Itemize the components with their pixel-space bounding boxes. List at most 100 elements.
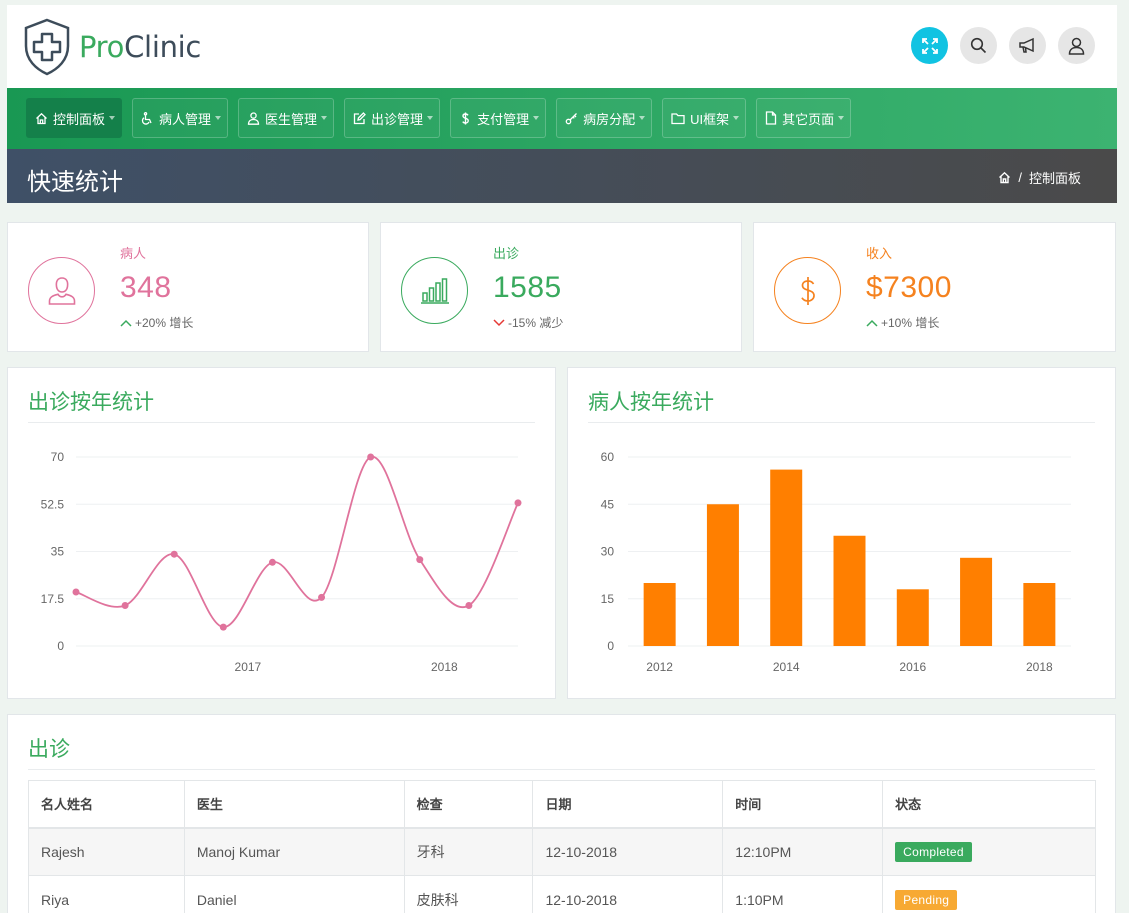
stat-change-text: +10% 增长 xyxy=(881,316,940,330)
dollar-icon xyxy=(800,276,815,305)
x-tick-label: 2016 xyxy=(899,660,926,674)
home-icon[interactable] xyxy=(998,171,1011,184)
patient-icon xyxy=(48,276,75,305)
arrow-down-icon xyxy=(493,318,505,326)
stat-change: -15% 减少 xyxy=(493,314,563,331)
table-row[interactable]: Rajesh Manoj Kumar 牙科 12-10-2018 12:10PM… xyxy=(28,827,1096,876)
table-row[interactable]: Riya Daniel 皮肤科 12-10-2018 1:10PM Pendin… xyxy=(28,875,1096,913)
nav-ui-framework[interactable]: UI框架 xyxy=(662,98,747,138)
arrow-up-icon xyxy=(120,319,132,327)
stat-icon-circle xyxy=(774,257,841,324)
bar xyxy=(706,504,739,646)
data-point xyxy=(170,550,178,558)
stat-value: 348 xyxy=(120,271,172,304)
nav-label: 医生管理 xyxy=(265,111,318,127)
y-tick-label: 17.5 xyxy=(41,592,65,606)
cell-patient-name: Riya xyxy=(28,875,185,913)
brand-logo[interactable]: ProClinic xyxy=(23,18,201,76)
y-tick-label: 15 xyxy=(601,592,615,606)
brand-clinic: Clinic xyxy=(124,30,202,64)
nav-payments[interactable]: 支付管理 xyxy=(450,98,547,138)
appointments-table: 名人姓名 医生 检查 日期 时间 状态 Rajesh Manoj Kumar 牙… xyxy=(28,780,1096,913)
bar xyxy=(833,535,866,646)
key-icon xyxy=(565,112,578,124)
data-point xyxy=(367,453,375,461)
status-badge: Pending xyxy=(895,889,958,910)
nav-label: 其它页面 xyxy=(782,111,835,127)
folder-icon xyxy=(671,112,685,124)
dollar-icon xyxy=(462,112,469,124)
nav-label: 病人管理 xyxy=(159,111,212,127)
nav-label: 支付管理 xyxy=(477,111,530,127)
bar-chart-icon xyxy=(420,277,449,304)
nav-wards[interactable]: 病房分配 xyxy=(556,98,653,138)
fullscreen-button[interactable] xyxy=(911,27,948,64)
x-tick-label: 2018 xyxy=(1026,660,1053,674)
line-chart: 0 17.5 35 52.5 70 2017 2018 xyxy=(41,450,522,674)
bar xyxy=(770,469,803,646)
y-tick-label: 45 xyxy=(601,497,615,511)
page-title: 快速统计 xyxy=(27,169,123,196)
user-menu-button[interactable] xyxy=(1058,27,1095,64)
bar xyxy=(643,583,676,646)
cell-date: 12-10-2018 xyxy=(532,875,724,913)
data-point xyxy=(514,499,522,507)
search-button[interactable] xyxy=(960,27,997,64)
data-point xyxy=(121,602,129,609)
user-icon xyxy=(1068,37,1085,55)
column-header[interactable]: 名人姓名 xyxy=(28,780,185,829)
nav-patients[interactable]: 病人管理 xyxy=(132,98,229,138)
stat-label: 病人 xyxy=(120,246,147,261)
nav-label: 病房分配 xyxy=(583,111,636,127)
nav-label: 出诊管理 xyxy=(371,111,424,127)
page-title-bar: 快速统计 / 控制面板 xyxy=(7,149,1117,203)
data-point xyxy=(416,556,424,564)
bar-chart: 0 15 30 45 60 2012 2014 2016 2018 xyxy=(601,450,1071,674)
nav-other-pages[interactable]: 其它页面 xyxy=(756,98,852,138)
x-tick-label: 2018 xyxy=(431,660,458,674)
stat-icon-circle xyxy=(28,257,95,324)
data-point xyxy=(268,558,276,566)
column-header[interactable]: 状态 xyxy=(882,780,1096,829)
expand-icon xyxy=(921,37,938,54)
nav-dashboard[interactable]: 控制面板 xyxy=(26,98,123,138)
megaphone-icon xyxy=(1019,37,1034,53)
cell-check: 皮肤科 xyxy=(403,875,534,913)
nav-appointments[interactable]: 出诊管理 xyxy=(344,98,441,138)
patients-by-year-card: 病人按年统计 0 15 30 45 60 2012 2014 2016 2018 xyxy=(567,367,1116,699)
series-line xyxy=(75,456,519,629)
cell-doctor: Daniel xyxy=(183,875,405,913)
top-header: ProClinic xyxy=(7,5,1117,88)
column-header[interactable]: 日期 xyxy=(532,780,724,829)
y-tick-label: 30 xyxy=(601,545,615,559)
column-header[interactable]: 医生 xyxy=(183,780,405,829)
stat-label: 出诊 xyxy=(493,246,520,261)
brand-pro: Pro xyxy=(79,30,125,64)
bar xyxy=(1023,583,1056,646)
y-tick-label: 0 xyxy=(57,639,64,653)
y-tick-label: 52.5 xyxy=(41,497,65,511)
nav-doctors[interactable]: 医生管理 xyxy=(238,98,335,138)
data-point xyxy=(465,602,473,609)
x-tick-label: 2012 xyxy=(646,660,673,674)
column-header[interactable]: 检查 xyxy=(403,780,534,829)
stat-label: 收入 xyxy=(866,246,893,261)
stat-change-text: +20% 增长 xyxy=(135,316,194,330)
search-icon xyxy=(970,37,987,54)
notifications-button[interactable] xyxy=(1009,27,1046,64)
appointments-by-year-card: 出诊按年统计 0 17.5 35 52.5 70 2017 2018 xyxy=(7,367,556,699)
stat-change-text: -15% 减少 xyxy=(508,316,564,330)
breadcrumb-current: 控制面板 xyxy=(1028,171,1081,186)
data-point xyxy=(72,588,80,596)
home-icon xyxy=(36,112,47,124)
column-header[interactable]: 时间 xyxy=(722,780,884,829)
cell-doctor: Manoj Kumar xyxy=(183,827,405,876)
nav-label: 控制面板 xyxy=(53,111,106,127)
stat-card-revenue: 收入 $7300 +10% 增长 xyxy=(753,222,1116,352)
nav-label: UI框架 xyxy=(690,111,730,127)
x-tick-label: 2014 xyxy=(773,660,800,674)
stat-card-patients: 病人 348 +20% 增长 xyxy=(7,222,369,352)
doctor-icon xyxy=(247,111,260,125)
cell-status: Pending xyxy=(882,875,1096,913)
wheelchair-icon xyxy=(141,111,152,125)
